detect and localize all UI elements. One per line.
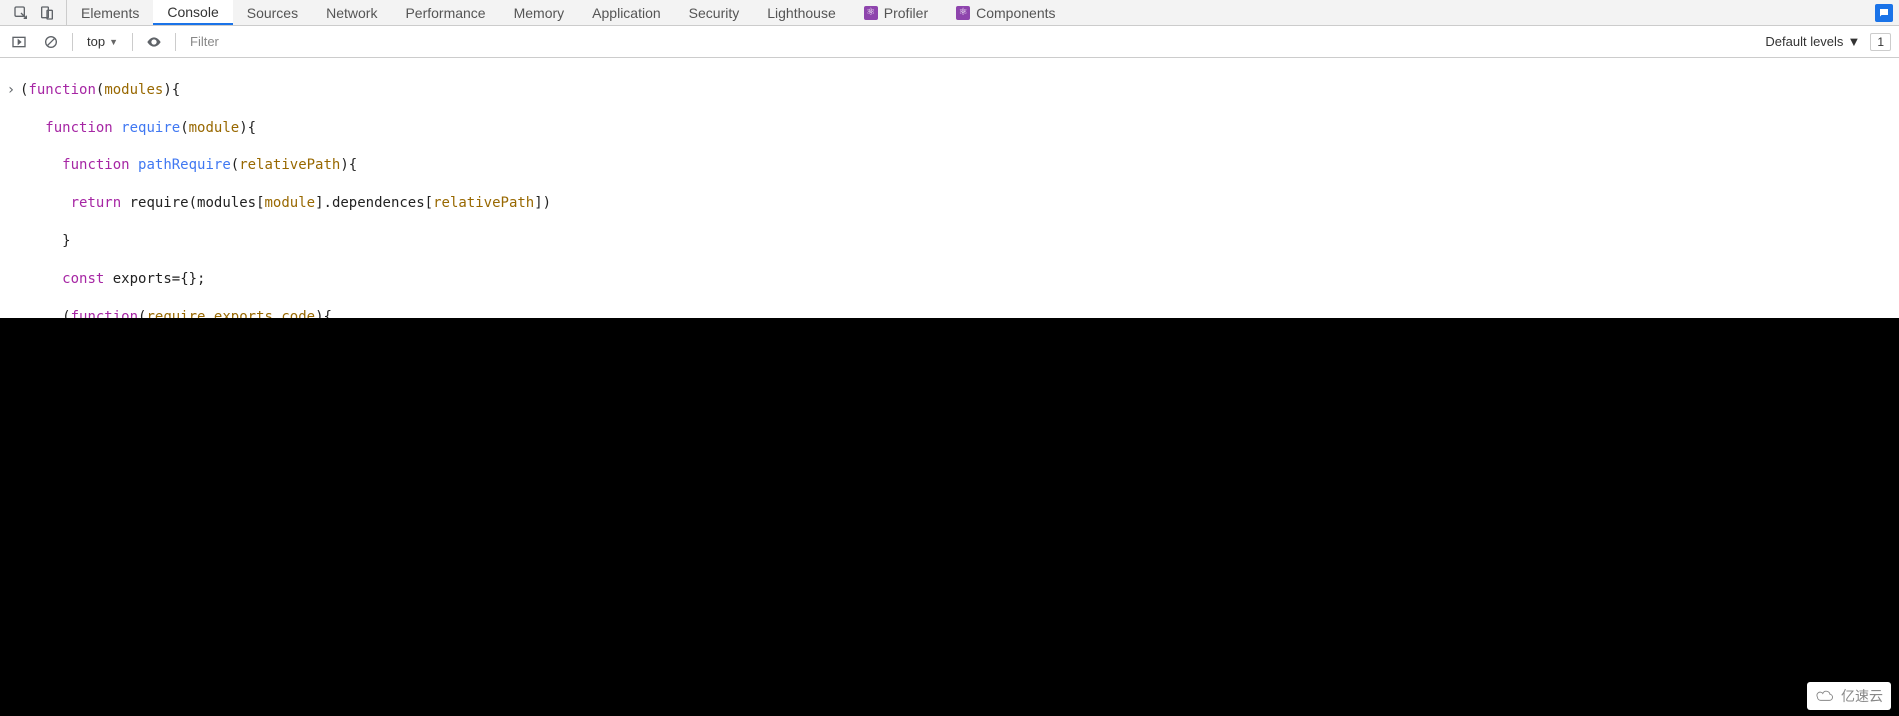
tab-network[interactable]: Network: [312, 0, 391, 25]
tab-profiler[interactable]: ⚛ Profiler: [850, 0, 942, 25]
toolbar-right: Default levels ▼ 1: [1765, 33, 1891, 51]
tab-bar-right: [1875, 4, 1897, 22]
log-level-selector[interactable]: Default levels ▼: [1765, 34, 1860, 49]
feedback-icon[interactable]: [1875, 4, 1893, 22]
tabs-list: Elements Console Sources Network Perform…: [67, 0, 1070, 25]
tab-bar-left-icons: [2, 0, 67, 25]
live-expression-icon[interactable]: [143, 31, 165, 53]
input-prompt-icon: ›: [2, 81, 20, 100]
level-label: Default levels: [1765, 34, 1843, 49]
react-components-icon: ⚛: [956, 6, 970, 20]
cloud-icon: [1815, 689, 1835, 703]
separator: [72, 33, 73, 51]
chevron-down-icon: ▼: [109, 37, 118, 47]
clear-console-icon[interactable]: [40, 31, 62, 53]
context-label: top: [87, 34, 105, 49]
tab-label: Memory: [514, 5, 565, 21]
tab-components[interactable]: ⚛ Components: [942, 0, 1069, 25]
context-selector[interactable]: top ▼: [83, 34, 122, 49]
black-overlay: [0, 318, 1899, 716]
tab-label: Profiler: [884, 5, 928, 21]
react-profiler-icon: ⚛: [864, 6, 878, 20]
device-toolbar-icon[interactable]: [36, 2, 58, 24]
console-toolbar: top ▼ Default levels ▼ 1: [0, 26, 1899, 58]
tab-label: Network: [326, 5, 377, 21]
tab-label: Elements: [81, 5, 139, 21]
tab-label: Performance: [405, 5, 485, 21]
separator: [132, 33, 133, 51]
tab-sources[interactable]: Sources: [233, 0, 312, 25]
hidden-messages-count[interactable]: 1: [1870, 33, 1891, 51]
tab-performance[interactable]: Performance: [391, 0, 499, 25]
chevron-down-icon: ▼: [1847, 34, 1860, 49]
filter-input[interactable]: [186, 32, 1755, 51]
tab-console[interactable]: Console: [153, 0, 232, 25]
tab-label: Lighthouse: [767, 5, 836, 21]
tab-label: Application: [592, 5, 661, 21]
inspect-icon[interactable]: [10, 2, 32, 24]
tab-memory[interactable]: Memory: [500, 0, 579, 25]
tab-application[interactable]: Application: [578, 0, 675, 25]
tab-label: Console: [167, 4, 218, 20]
tab-lighthouse[interactable]: Lighthouse: [753, 0, 850, 25]
watermark-text: 亿速云: [1841, 686, 1883, 706]
devtools-tab-bar: Elements Console Sources Network Perform…: [0, 0, 1899, 26]
tab-label: Security: [689, 5, 740, 21]
separator: [175, 33, 176, 51]
watermark: 亿速云: [1807, 682, 1891, 710]
tab-label: Components: [976, 5, 1055, 21]
tab-label: Sources: [247, 5, 298, 21]
tab-security[interactable]: Security: [675, 0, 754, 25]
tab-elements[interactable]: Elements: [67, 0, 153, 25]
toggle-sidebar-icon[interactable]: [8, 31, 30, 53]
